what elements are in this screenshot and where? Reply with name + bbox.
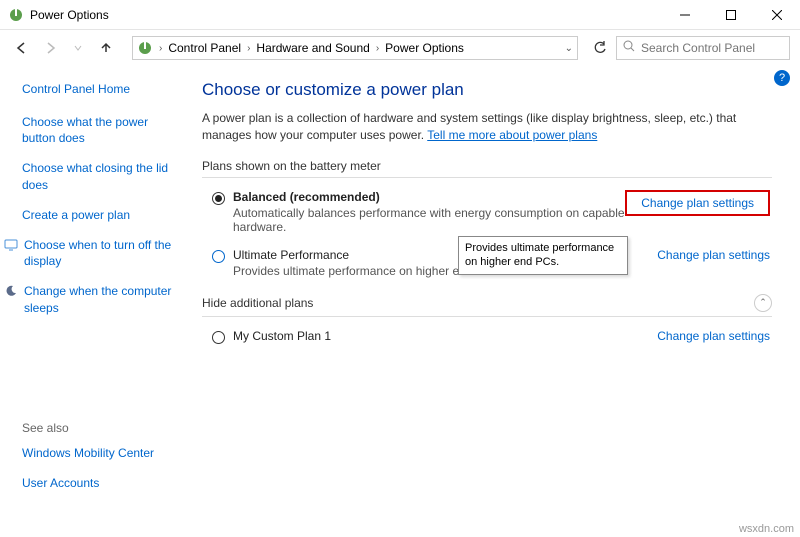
plan-row-custom: My Custom Plan 1 Change plan settings xyxy=(202,325,772,354)
sidebar-link-sleep[interactable]: Change when the computer sleeps xyxy=(4,283,178,315)
app-icon xyxy=(8,7,24,23)
control-panel-home-link[interactable]: Control Panel Home xyxy=(22,82,178,96)
breadcrumb-item[interactable]: Power Options xyxy=(381,41,468,55)
hide-additional-header[interactable]: Hide additional plans ⌃ xyxy=(202,294,772,317)
sidebar-item-label: Choose when to turn off the display xyxy=(24,237,178,269)
breadcrumb-item[interactable]: Hardware and Sound xyxy=(252,41,373,55)
plan-name: My Custom Plan 1 xyxy=(233,329,657,343)
power-options-icon xyxy=(137,40,153,56)
window-title: Power Options xyxy=(30,8,662,22)
see-also-accounts[interactable]: User Accounts xyxy=(22,475,178,491)
forward-button[interactable] xyxy=(38,36,62,60)
maximize-button[interactable] xyxy=(708,0,754,30)
page-heading: Choose or customize a power plan xyxy=(202,80,772,100)
up-button[interactable] xyxy=(94,36,118,60)
see-also-label: See also xyxy=(22,421,178,435)
minimize-button[interactable] xyxy=(662,0,708,30)
radio-ultimate[interactable] xyxy=(212,250,225,263)
radio-custom[interactable] xyxy=(212,331,225,344)
close-button[interactable] xyxy=(754,0,800,30)
chevron-right-icon: › xyxy=(374,43,381,54)
back-button[interactable] xyxy=(10,36,34,60)
change-plan-settings-link[interactable]: Change plan settings xyxy=(657,329,770,343)
search-input[interactable] xyxy=(641,41,796,55)
see-also-mobility[interactable]: Windows Mobility Center xyxy=(22,445,178,461)
radio-balanced[interactable] xyxy=(212,192,225,205)
plan-description: Automatically balances performance with … xyxy=(233,206,625,234)
page-description: A power plan is a collection of hardware… xyxy=(202,110,772,145)
watermark: wsxdn.com xyxy=(739,523,794,535)
search-box[interactable] xyxy=(616,36,790,60)
chevron-down-icon[interactable]: ⌄ xyxy=(565,43,573,54)
learn-more-link[interactable]: Tell me more about power plans xyxy=(427,128,597,142)
breadcrumb-item[interactable]: Control Panel xyxy=(164,41,245,55)
moon-icon xyxy=(4,284,18,298)
plans-section-header: Plans shown on the battery meter xyxy=(202,159,772,178)
collapse-button[interactable]: ⌃ xyxy=(754,294,772,312)
sidebar-link-display[interactable]: Choose when to turn off the display xyxy=(4,237,178,269)
refresh-button[interactable] xyxy=(588,36,612,60)
sidebar-item-label: Change when the computer sleeps xyxy=(24,283,178,315)
change-plan-settings-link[interactable]: Change plan settings xyxy=(657,248,770,262)
sidebar-link-create-plan[interactable]: Create a power plan xyxy=(22,207,178,223)
address-bar[interactable]: › Control Panel › Hardware and Sound › P… xyxy=(132,36,578,60)
sidebar-link-power-button[interactable]: Choose what the power button does xyxy=(22,114,178,146)
chevron-right-icon: › xyxy=(245,43,252,54)
search-icon xyxy=(623,39,635,57)
plan-name: Balanced (recommended) xyxy=(233,190,625,204)
change-plan-settings-link[interactable]: Change plan settings xyxy=(625,190,770,216)
chevron-right-icon: › xyxy=(157,43,164,54)
tooltip: Provides ultimate performance on higher … xyxy=(458,236,628,275)
sidebar-link-lid[interactable]: Choose what closing the lid does xyxy=(22,160,178,192)
recent-dropdown[interactable] xyxy=(66,36,90,60)
display-icon xyxy=(4,238,18,252)
